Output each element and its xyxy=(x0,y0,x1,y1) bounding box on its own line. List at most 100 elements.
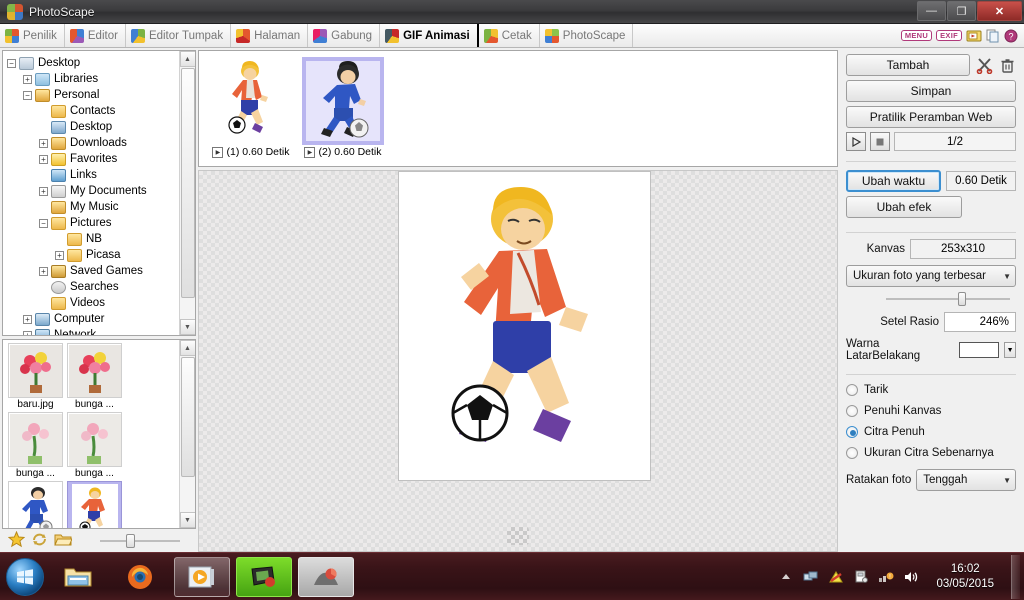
scroll-down-button[interactable]: ▼ xyxy=(179,512,195,528)
canvas-size-value[interactable]: 253x310 xyxy=(910,239,1016,259)
tab-editor-tumpak[interactable]: Editor Tumpak xyxy=(126,24,232,47)
exif-icon[interactable]: EXIF xyxy=(936,29,962,42)
fit-option-penuhi-kanvas[interactable]: Penuhi Kanvas xyxy=(846,400,1016,421)
photo-app-taskbar-icon[interactable] xyxy=(236,556,292,597)
change-time-button[interactable]: Ubah waktu xyxy=(846,170,941,192)
thumbnail-item[interactable]: gamba... xyxy=(67,481,122,528)
open-folder-icon[interactable] xyxy=(54,532,73,550)
expand-icon[interactable]: + xyxy=(39,138,48,148)
radio-icon[interactable] xyxy=(846,404,858,417)
show-desktop-button[interactable] xyxy=(1011,554,1020,599)
tree-item-videos[interactable]: Videos xyxy=(7,295,195,311)
animation-frames-strip[interactable]: ▶ (1) 0.60 Detik ▶ (2) 0.60 Detik xyxy=(198,50,838,167)
tree-item-personal[interactable]: − Personal xyxy=(7,87,195,103)
scroll-thumb[interactable] xyxy=(180,68,195,298)
web-browser-preview-button[interactable]: Pratilik Peramban Web xyxy=(846,106,1016,128)
close-button[interactable]: ✕ xyxy=(977,1,1022,21)
copy-icon[interactable] xyxy=(986,29,1000,43)
collapse-icon[interactable]: − xyxy=(7,58,16,68)
play-frame-icon[interactable]: ▶ xyxy=(304,146,316,158)
radio-icon[interactable] xyxy=(846,383,858,396)
help-icon[interactable]: ? xyxy=(1004,29,1018,43)
tab-cetak[interactable]: Cetak xyxy=(479,24,540,47)
explorer-taskbar-icon[interactable] xyxy=(50,557,106,597)
thumbnail-image[interactable] xyxy=(67,343,122,398)
tab-photoscape[interactable]: PhotoScape xyxy=(540,24,634,47)
frame-thumbnail[interactable] xyxy=(209,57,293,145)
thumbnail-image[interactable] xyxy=(8,412,63,467)
action-center-tray-icon[interactable]: ! xyxy=(878,569,894,585)
thumbnail-zoom-slider[interactable] xyxy=(100,534,180,548)
radio-icon[interactable] xyxy=(846,446,858,459)
background-color-swatch[interactable] xyxy=(958,342,1000,358)
thumbnail-item[interactable]: bunga ... xyxy=(67,343,122,410)
play-frame-icon[interactable]: ▶ xyxy=(212,146,224,158)
scroll-up-button[interactable]: ▲ xyxy=(179,340,195,356)
thumbnail-scrollbar[interactable]: ▲ ▼ xyxy=(179,340,195,528)
favorites-star-icon[interactable] xyxy=(7,530,26,551)
frame-item[interactable]: ▶ (2) 0.60 Detik xyxy=(301,57,385,158)
tree-item-links[interactable]: Links xyxy=(7,167,195,183)
ratio-value[interactable]: 246% xyxy=(944,312,1016,332)
save-button[interactable]: Simpan xyxy=(846,80,1016,102)
add-button[interactable]: Tambah xyxy=(846,54,970,76)
thumbnail-image[interactable] xyxy=(8,343,63,398)
frame-thumbnail[interactable] xyxy=(302,57,384,145)
canvas-image-area[interactable] xyxy=(398,171,651,481)
antivirus-tray-icon[interactable] xyxy=(828,569,844,585)
tree-item-favorites[interactable]: + Favorites xyxy=(7,151,195,167)
tree-item-pictures[interactable]: − Pictures xyxy=(7,215,195,231)
refresh-icon[interactable] xyxy=(31,531,48,551)
tab-gif-animasi[interactable]: GIF Animasi xyxy=(380,24,479,47)
thumbnail-item[interactable]: gamba... xyxy=(8,481,63,528)
thumbnail-image[interactable] xyxy=(67,481,122,528)
tab-halaman[interactable]: Halaman xyxy=(231,24,309,47)
tab-editor[interactable]: Editor xyxy=(65,24,126,47)
fit-option-citra-penuh[interactable]: Citra Penuh xyxy=(846,421,1016,442)
network-tray-icon[interactable] xyxy=(803,569,819,585)
tree-item-picasa[interactable]: + Picasa xyxy=(7,247,195,263)
change-effect-button[interactable]: Ubah efek xyxy=(846,196,962,218)
fit-option-tarik[interactable]: Tarik xyxy=(846,379,1016,400)
tree-item-desktop[interactable]: − Desktop xyxy=(7,55,195,71)
scroll-thumb[interactable] xyxy=(180,357,195,477)
screen-capture-icon[interactable] xyxy=(966,29,982,43)
animation-canvas[interactable] xyxy=(198,170,838,552)
thumbnail-image[interactable] xyxy=(67,412,122,467)
tab-gabung[interactable]: Gabung xyxy=(308,24,381,47)
scissors-icon[interactable] xyxy=(975,56,993,74)
photoscape-taskbar-icon[interactable] xyxy=(298,556,354,597)
expand-icon[interactable]: + xyxy=(39,186,48,196)
frame-item[interactable]: ▶ (1) 0.60 Detik xyxy=(209,57,293,158)
removable-media-tray-icon[interactable] xyxy=(853,569,869,585)
media-player-taskbar-icon[interactable] xyxy=(174,556,230,597)
menu-icon[interactable]: MENU xyxy=(900,29,933,42)
size-mode-select[interactable]: Ukuran foto yang terbesar ▼ xyxy=(846,265,1016,287)
expand-icon[interactable]: + xyxy=(23,314,32,324)
expand-icon[interactable]: + xyxy=(23,74,32,84)
slider-knob[interactable] xyxy=(958,292,966,306)
windows-start-orb-icon[interactable] xyxy=(6,557,44,596)
expand-icon[interactable]: + xyxy=(23,330,32,335)
scroll-up-button[interactable]: ▲ xyxy=(179,51,195,67)
tree-item-computer[interactable]: + Computer xyxy=(7,311,195,327)
slider-knob[interactable] xyxy=(126,534,135,548)
radio-icon[interactable] xyxy=(846,425,858,438)
thumbnail-item[interactable]: bunga ... xyxy=(8,412,63,479)
volume-tray-icon[interactable] xyxy=(903,569,919,585)
expand-icon[interactable]: + xyxy=(55,250,64,260)
tree-item-searches[interactable]: Searches xyxy=(7,279,195,295)
thumbnail-browser-panel[interactable]: baru.jpg bunga ... bunga ... bunga ... gamba… xyxy=(2,339,196,529)
align-select[interactable]: Tenggah ▼ xyxy=(916,469,1016,491)
expand-icon[interactable]: + xyxy=(39,266,48,276)
chevron-down-icon[interactable]: ▼ xyxy=(1004,342,1016,358)
play-icon[interactable] xyxy=(846,132,866,151)
collapse-icon[interactable]: − xyxy=(39,218,48,228)
scroll-down-button[interactable]: ▼ xyxy=(179,319,195,335)
thumbnail-item[interactable]: bunga ... xyxy=(67,412,122,479)
tree-item-network[interactable]: + Network xyxy=(7,327,195,335)
trash-icon[interactable] xyxy=(998,56,1016,74)
maximize-button[interactable]: ❐ xyxy=(947,1,976,21)
canvas-scale-slider[interactable] xyxy=(886,292,1010,306)
fit-option-ukuran-citra-sebenarnya[interactable]: Ukuran Citra Sebenarnya xyxy=(846,442,1016,463)
